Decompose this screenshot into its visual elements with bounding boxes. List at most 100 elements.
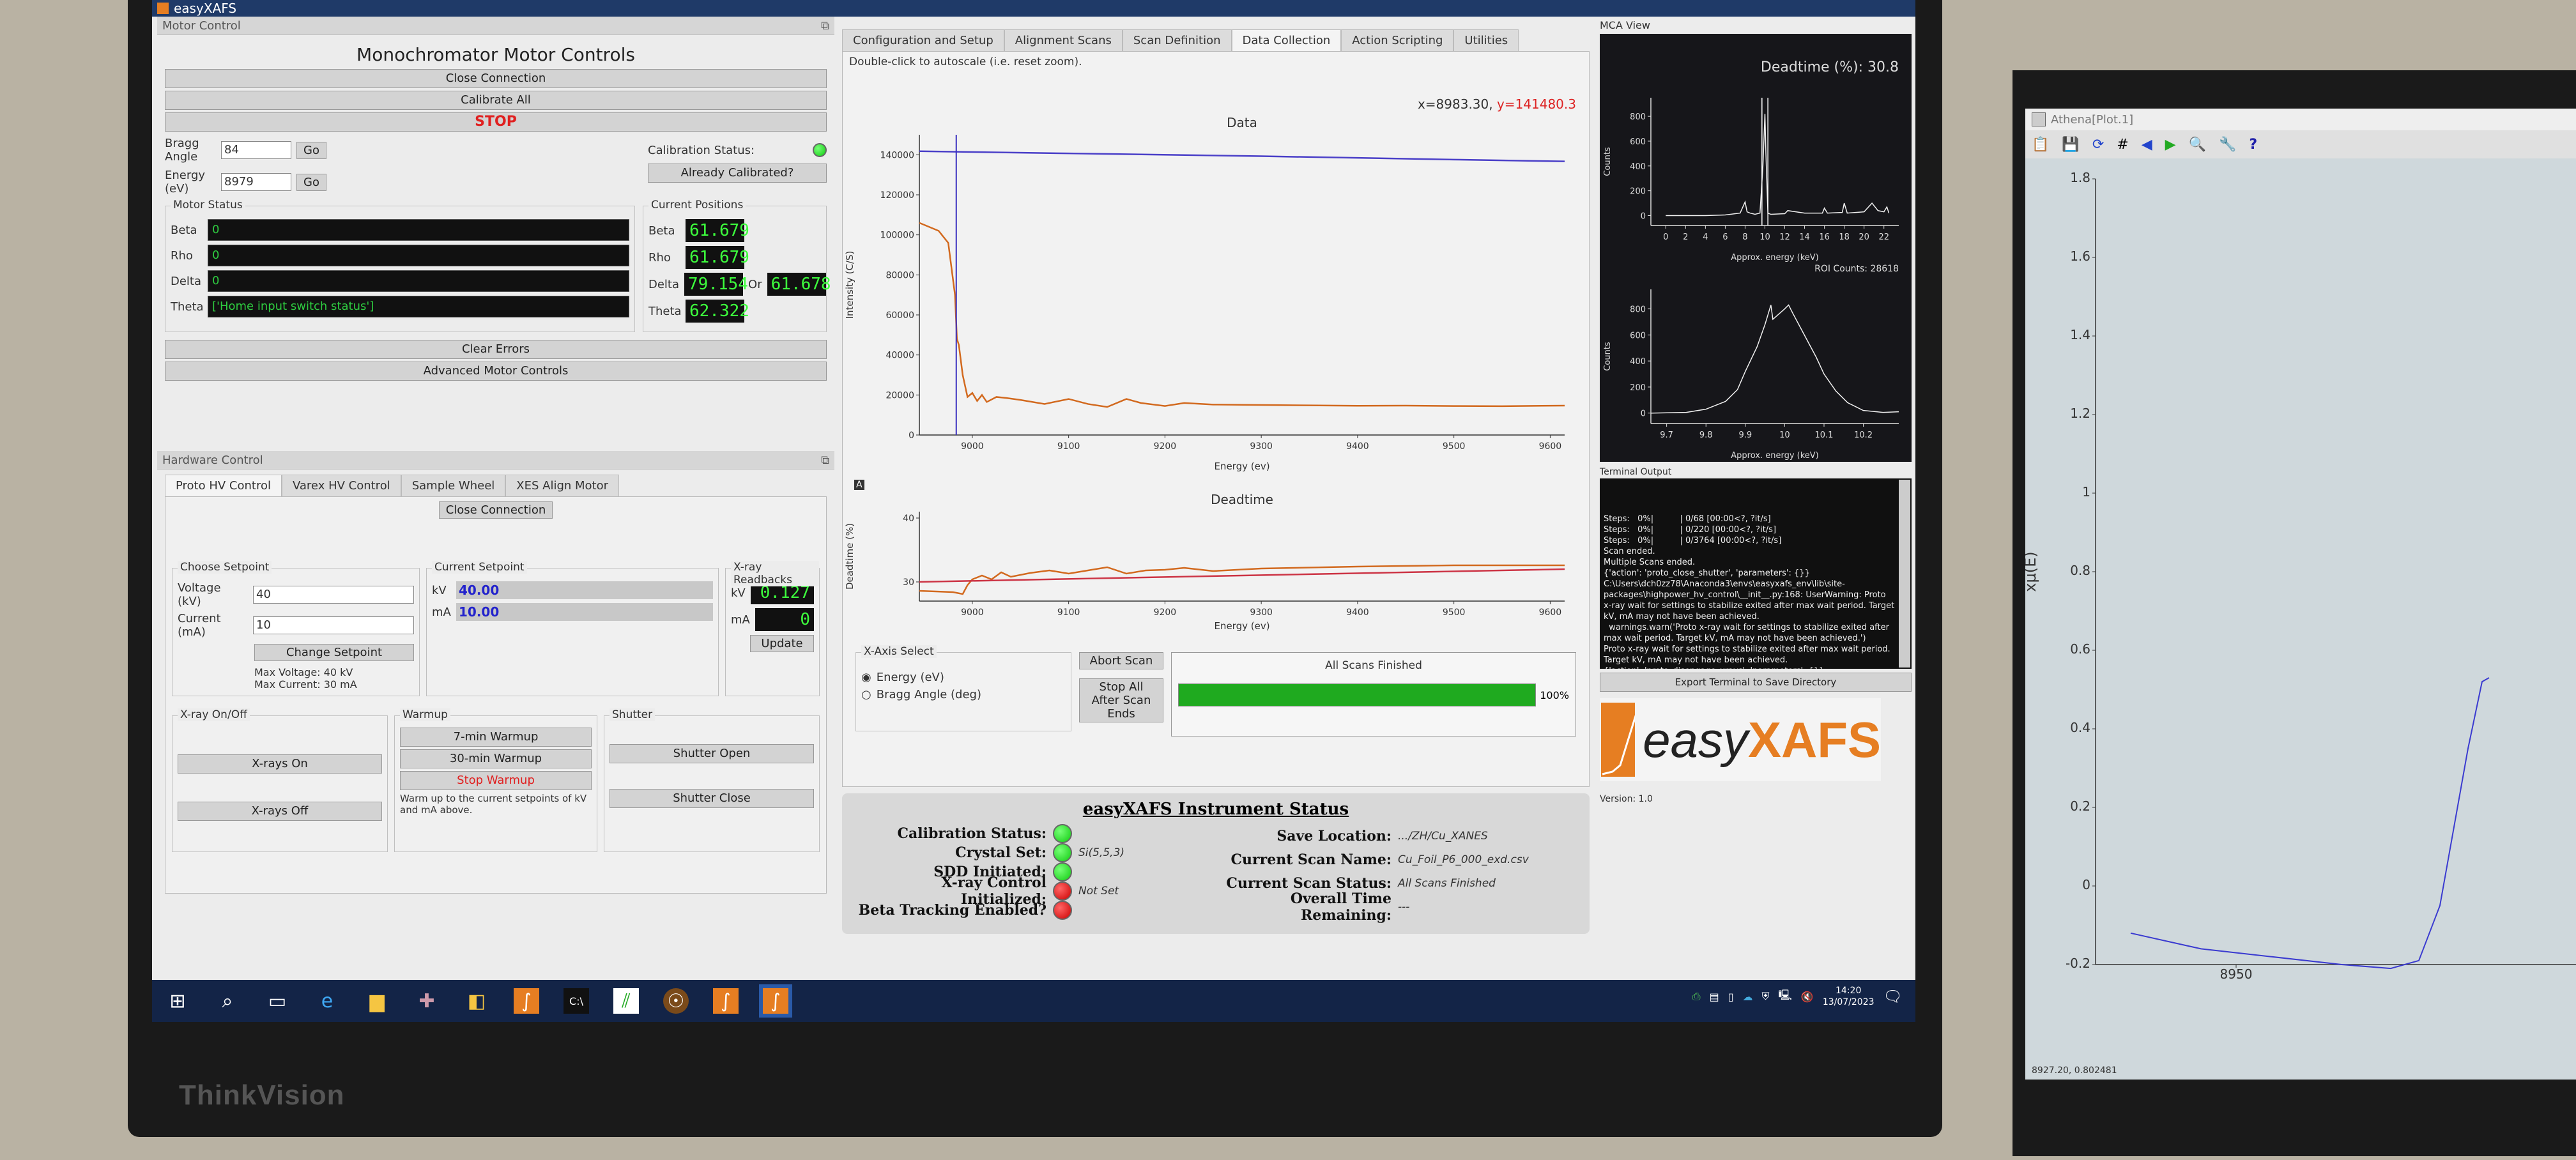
max-current-text: Max Current: 30 mA — [254, 678, 357, 691]
terminal-line: Steps: 0%| | 0/3764 [00:00<?, ?it/s] — [1604, 536, 1782, 546]
clipboard-icon[interactable]: 📋 — [2032, 137, 2049, 153]
hw-tab-sample-wheel[interactable]: Sample Wheel — [401, 475, 506, 496]
voltage-input[interactable]: 40 — [253, 586, 414, 604]
xrays-on-button[interactable]: X-rays On — [178, 754, 382, 774]
easyxafs-active-taskbar-icon[interactable]: ∫ — [759, 984, 792, 1018]
update-readbacks-button[interactable]: Update — [750, 635, 814, 652]
radio-selected-icon[interactable]: ◉ — [861, 671, 871, 684]
file-explorer-icon[interactable]: ▆ — [364, 988, 390, 1014]
motor-status-value: 0 — [208, 270, 629, 292]
mca-spectrum-chart[interactable]: 0 2 4 6 8 10 12 14 16 18 20 22 0 200 400 600 800 Approx. … — [1600, 79, 1912, 264]
data-chart[interactable]: Data 9000 9100 9200 9300 9400 9500 9600 0 20000 40… — [843, 116, 1577, 473]
y-tick-label: 200 — [1630, 383, 1646, 393]
tab-utilities[interactable]: Utilities — [1453, 29, 1519, 51]
volume-muted-icon[interactable]: 🔇 — [1801, 991, 1814, 1003]
usb-icon[interactable]: ▯ — [1728, 991, 1734, 1003]
stop-warmup-button[interactable]: Stop Warmup — [400, 771, 592, 790]
system-tray: ⎙ ▤ ▯ ☁ ⛨ 🖳 🔇 14:20 13/07/2023 🗨 — [1692, 985, 1903, 1008]
tab-alignment-scans[interactable]: Alignment Scans — [1004, 29, 1123, 51]
abort-scan-button[interactable]: Abort Scan — [1079, 652, 1163, 669]
tab-data-collection[interactable]: Data Collection — [1231, 29, 1342, 51]
motor-status-value: 0 — [208, 219, 629, 241]
hw-tab-proto-hv-control[interactable]: Proto HV Control — [165, 475, 282, 496]
undock-icon[interactable]: ⧉ — [821, 19, 829, 33]
internet-explorer-icon[interactable]: e — [314, 988, 340, 1014]
x-tick-label: 9100 — [1057, 441, 1080, 452]
logo-xafs: XAFS — [1747, 711, 1881, 768]
calibrate-all-button[interactable]: Calibrate All — [165, 91, 827, 110]
tab-configuration-and-setup[interactable]: Configuration and Setup — [842, 29, 1004, 51]
zoom-forward-icon[interactable]: ▶ — [2165, 137, 2176, 153]
save-icon[interactable]: 💾 — [2062, 137, 2079, 153]
chart-app-icon[interactable]: ⫽ — [613, 988, 639, 1014]
pin-app-icon[interactable]: ✚ — [414, 988, 440, 1014]
status-row: Calibration Status: — [855, 824, 1213, 843]
energy-go-button[interactable]: Go — [296, 173, 326, 191]
windows-start-icon[interactable]: ⊞ — [165, 988, 190, 1014]
refresh-icon[interactable]: ⟳ — [2092, 137, 2104, 153]
notifications-icon[interactable]: 🗨 — [1883, 988, 1903, 1005]
terminal-output[interactable]: Steps: 0%| | 0/68 [00:00<?, ?it/s] Steps:… — [1600, 478, 1912, 669]
advanced-motor-controls-button[interactable]: Advanced Motor Controls — [165, 362, 827, 381]
clear-errors-button[interactable]: Clear Errors — [165, 340, 827, 359]
folder-icon[interactable]: ▤ — [1710, 991, 1719, 1003]
series-i0 — [919, 150, 1565, 162]
printer-icon[interactable]: ⎙ — [1692, 990, 1701, 1003]
position-row: Delta 79.154 Or 61.678 — [648, 273, 831, 296]
seven-min-warmup-button[interactable]: 7-min Warmup — [400, 728, 592, 747]
athena-xmu-chart[interactable]: 8950 -0.2 0 0.2 0.4 0.6 0.8 1 1.2 1.4 1.6 1.8 xμ(E) — [2025, 160, 2576, 1016]
readback-ma-label: mA — [731, 613, 750, 627]
energy-input[interactable]: 8979 — [221, 173, 291, 191]
warmup-group: Warmup 7-min Warmup 30-min Warmup Stop W… — [394, 708, 597, 852]
max-voltage-text: Max Voltage: 40 kV — [254, 666, 353, 678]
shutter-close-button[interactable]: Shutter Close — [610, 789, 814, 808]
bragg-angle-label: Bragg Angle — [165, 137, 199, 164]
network-icon[interactable]: 🖳 — [1779, 988, 1792, 1005]
roi-spectrum-chart[interactable]: 9.7 9.8 9.9 10 10.1 10.2 0 200 400 600 800 Approx. … — [1600, 277, 1912, 462]
ma-setpoint-value: 10.00 — [456, 603, 713, 621]
help-icon[interactable]: ? — [2249, 137, 2257, 153]
xaxis-radio-option[interactable]: ○ Bragg Angle (deg) — [861, 688, 1066, 701]
task-view-icon[interactable]: ▭ — [264, 988, 290, 1014]
deadtime-chart[interactable]: Deadtime 9000 9100 9200 9300 9400 9500 9600 30 40… — [843, 486, 1577, 633]
thirty-min-warmup-button[interactable]: 30-min Warmup — [400, 749, 592, 768]
demeter-app-icon[interactable]: ☉ — [663, 988, 689, 1014]
zoom-back-icon[interactable]: ◀ — [2142, 137, 2152, 153]
y-tick-label: 800 — [1630, 112, 1646, 122]
status-value: Not Set — [1078, 885, 1119, 897]
tab-scan-definition[interactable]: Scan Definition — [1122, 29, 1232, 51]
python-idle-icon[interactable]: ◧ — [464, 988, 489, 1014]
change-setpoint-button[interactable]: Change Setpoint — [254, 644, 414, 661]
calibration-status-label: Calibration Status: — [648, 143, 755, 157]
athena-taskbar-icon[interactable]: ∫ — [713, 988, 739, 1014]
clock[interactable]: 14:20 13/07/2023 — [1823, 985, 1874, 1008]
shutter-open-button[interactable]: Shutter Open — [610, 744, 814, 763]
bragg-angle-input[interactable]: 84 — [221, 141, 291, 159]
undock-icon[interactable]: ⧉ — [821, 454, 829, 467]
security-shield-icon[interactable]: ⛨ — [1762, 990, 1770, 1003]
settings-wrench-icon[interactable]: 🔧 — [2219, 137, 2236, 153]
already-calibrated-button[interactable]: Already Calibrated? — [648, 164, 827, 183]
xaxis-radio-option[interactable]: ◉ Energy (eV) — [861, 671, 1066, 684]
stop-button[interactable]: STOP — [165, 112, 827, 132]
terminal-scrollbar[interactable] — [1899, 480, 1910, 668]
xrays-off-button[interactable]: X-rays Off — [178, 802, 382, 821]
current-input[interactable]: 10 — [253, 616, 414, 634]
stop-all-button[interactable]: Stop All After Scan Ends — [1079, 678, 1163, 722]
radio-unselected-icon[interactable]: ○ — [861, 688, 871, 701]
grid-icon[interactable]: # — [2117, 137, 2128, 153]
export-terminal-button[interactable]: Export Terminal to Save Directory — [1600, 673, 1912, 692]
x-tick-label: 10 — [1779, 431, 1790, 440]
hw-tab-varex-hv-control[interactable]: Varex HV Control — [281, 475, 401, 496]
tab-action-scripting[interactable]: Action Scripting — [1341, 29, 1454, 51]
search-icon[interactable]: ⌕ — [215, 988, 240, 1014]
close-connection-button[interactable]: Close Connection — [165, 69, 827, 88]
zoom-region-icon[interactable]: 🔍 — [2189, 137, 2206, 153]
bragg-go-button[interactable]: Go — [296, 141, 326, 159]
hw-tab-xes-align-motor[interactable]: XES Align Motor — [505, 475, 620, 496]
terminal-icon[interactable]: C:\ — [564, 988, 589, 1014]
hv-close-connection-button[interactable]: Close Connection — [438, 501, 553, 519]
cloud-icon[interactable]: ☁ — [1743, 991, 1753, 1003]
hardware-control-dock-header: Hardware Control ⧉ — [157, 451, 834, 469]
easyxafs-taskbar-icon[interactable]: ∫ — [514, 988, 539, 1014]
